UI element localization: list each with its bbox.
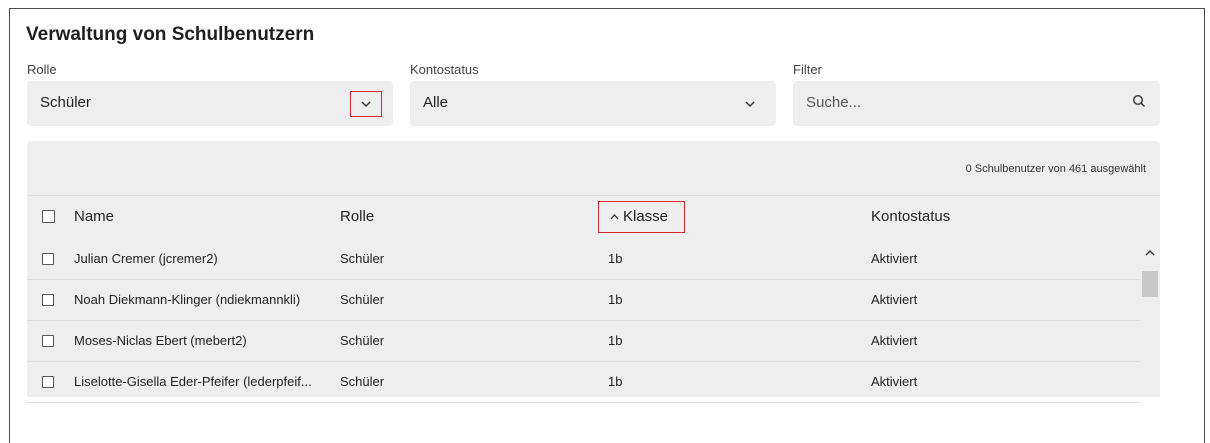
account-status-select-value: Alle: [423, 94, 449, 111]
search-input[interactable]: Suche...: [806, 94, 861, 111]
row-class: 1b: [608, 333, 623, 348]
search-field[interactable]: Suche...: [793, 81, 1160, 126]
row-role: Schüler: [340, 251, 385, 266]
row-name: Noah Diekmann-Klinger (ndiekmannkli): [74, 292, 301, 307]
row-name: Moses-Niclas Ebert (mebert2): [74, 333, 247, 348]
table-row[interactable]: Moses-Niclas Ebert (mebert2) Schüler 1b …: [27, 321, 1140, 362]
row-status: Aktiviert: [871, 333, 918, 348]
row-status: Aktiviert: [871, 251, 918, 266]
scroll-up-icon[interactable]: [1145, 243, 1155, 261]
column-header-name[interactable]: Name: [74, 208, 114, 225]
row-status: Aktiviert: [871, 292, 918, 307]
select-all-checkbox[interactable]: [42, 210, 55, 223]
page-title: Verwaltung von Schulbenutzern: [26, 24, 315, 45]
row-checkbox[interactable]: [42, 376, 54, 388]
column-header-class-label: Klasse: [623, 208, 669, 225]
table-body: Julian Cremer (jcremer2) Schüler 1b Akti…: [27, 239, 1140, 403]
row-class: 1b: [608, 292, 623, 307]
scrollbar-thumb[interactable]: [1142, 271, 1158, 297]
account-status-select[interactable]: Alle: [410, 81, 776, 126]
table-row[interactable]: Noah Diekmann-Klinger (ndiekmannkli) Sch…: [27, 280, 1140, 321]
role-label: Rolle: [27, 62, 57, 77]
column-header-role[interactable]: Rolle: [340, 208, 374, 225]
row-name: Liselotte-Gisella Eder-Pfeifer (lederpfe…: [74, 374, 312, 389]
sort-ascending-icon: [610, 213, 619, 219]
table-scrollbar[interactable]: [1140, 239, 1160, 397]
chevron-down-icon[interactable]: [736, 93, 764, 115]
row-checkbox[interactable]: [42, 294, 54, 306]
row-status: Aktiviert: [871, 374, 918, 389]
column-header-class[interactable]: Klasse: [598, 201, 685, 233]
row-role: Schüler: [340, 374, 385, 389]
role-select-value: Schüler: [40, 94, 91, 111]
row-class: 1b: [608, 251, 623, 266]
search-icon[interactable]: [1132, 94, 1146, 113]
column-header-status[interactable]: Kontostatus: [871, 208, 950, 225]
chevron-down-icon[interactable]: [350, 91, 382, 117]
row-checkbox[interactable]: [42, 335, 54, 347]
table-header: Name Rolle Klasse Kontostatus: [27, 195, 1160, 240]
table-row[interactable]: Liselotte-Gisella Eder-Pfeifer (lederpfe…: [27, 362, 1140, 403]
table-row[interactable]: Julian Cremer (jcremer2) Schüler 1b Akti…: [27, 239, 1140, 280]
role-select[interactable]: Schüler: [27, 81, 393, 126]
selection-count: 0 Schulbenutzer von 461 ausgewählt: [965, 163, 1146, 175]
user-table: 0 Schulbenutzer von 461 ausgewählt Name …: [27, 141, 1160, 403]
row-role: Schüler: [340, 333, 385, 348]
row-name: Julian Cremer (jcremer2): [74, 251, 218, 266]
row-class: 1b: [608, 374, 623, 389]
row-checkbox[interactable]: [42, 253, 54, 265]
filter-label: Filter: [793, 62, 822, 77]
row-role: Schüler: [340, 292, 385, 307]
account-status-label: Kontostatus: [410, 62, 479, 77]
